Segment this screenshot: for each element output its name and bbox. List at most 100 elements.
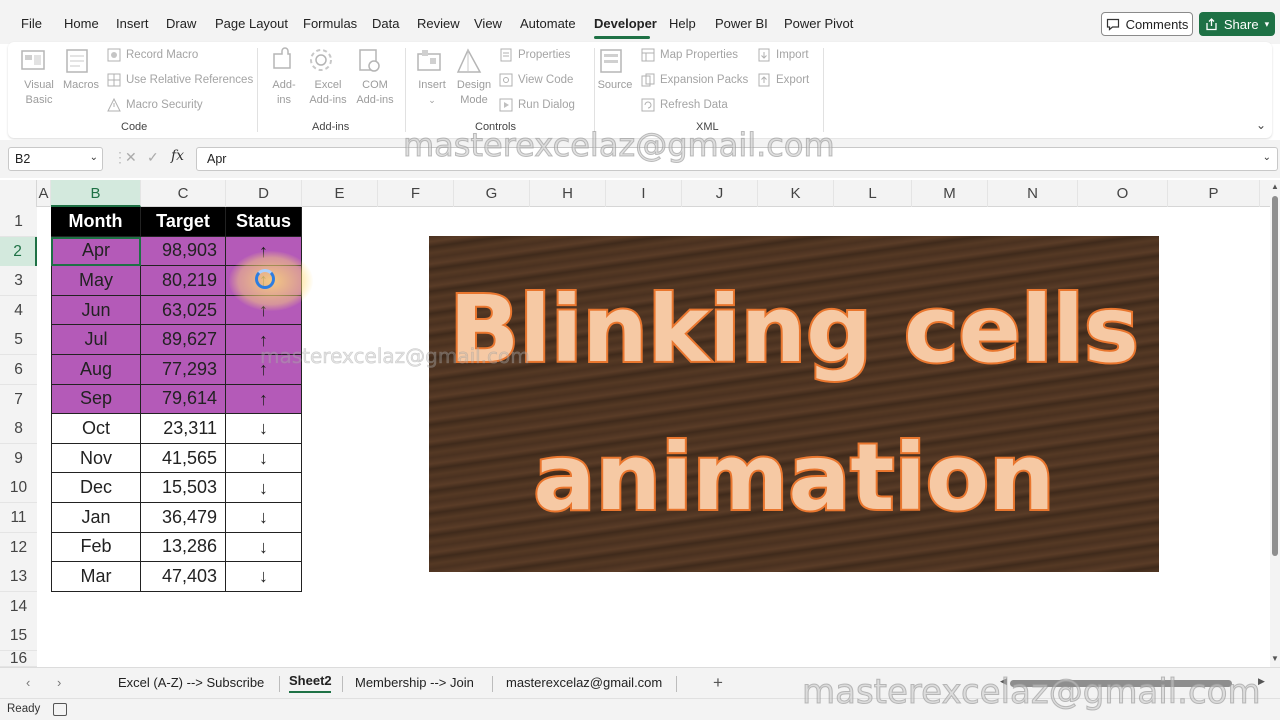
- table-cell-status[interactable]: ↓: [226, 473, 302, 503]
- table-cell-status[interactable]: ↑: [226, 266, 302, 296]
- table-cell-target[interactable]: 23,311: [141, 414, 226, 444]
- column-header[interactable]: I: [606, 180, 682, 207]
- formula-input[interactable]: Apr ⌄: [196, 147, 1278, 171]
- source-button[interactable]: Source: [596, 46, 634, 93]
- com-add-ins-button[interactable]: COM Add-ins: [354, 46, 396, 108]
- column-header[interactable]: N: [988, 180, 1078, 207]
- column-header[interactable]: H: [530, 180, 606, 207]
- table-cell-month[interactable]: Jul: [51, 325, 141, 355]
- table-header-cell[interactable]: Target: [141, 207, 226, 237]
- enter-icon[interactable]: ✓: [147, 149, 159, 166]
- table-cell-month[interactable]: Nov: [51, 443, 141, 474]
- menu-automate[interactable]: Automate: [520, 16, 576, 31]
- column-header[interactable]: D: [226, 180, 302, 207]
- table-cell-month[interactable]: Feb: [51, 532, 141, 563]
- row-header[interactable]: 3: [0, 266, 37, 297]
- comments-button[interactable]: Comments: [1101, 12, 1193, 36]
- table-cell-target[interactable]: 15,503: [141, 473, 226, 503]
- column-header[interactable]: F: [378, 180, 454, 207]
- vertical-scrollbar[interactable]: ▲ ▼: [1270, 180, 1280, 667]
- menu-review[interactable]: Review: [417, 16, 460, 31]
- menu-file[interactable]: File: [21, 16, 42, 31]
- table-cell-target[interactable]: 79,614: [141, 384, 226, 415]
- row-header[interactable]: 9: [0, 443, 37, 474]
- name-box[interactable]: B2 ⌄: [8, 147, 103, 171]
- column-header[interactable]: K: [758, 180, 834, 207]
- add-sheet-button[interactable]: +: [713, 673, 723, 693]
- export-button[interactable]: Export: [757, 73, 809, 87]
- table-cell-status[interactable]: ↑: [226, 355, 302, 385]
- menu-view[interactable]: View: [474, 16, 502, 31]
- column-header[interactable]: B: [51, 180, 141, 207]
- table-cell-status[interactable]: ↑: [226, 325, 302, 355]
- insert-control-button[interactable]: Insert ⌄: [414, 46, 450, 108]
- table-cell-month[interactable]: Dec: [51, 473, 141, 503]
- table-cell-target[interactable]: 80,219: [141, 266, 226, 296]
- sheet-tab-active[interactable]: Sheet2: [289, 673, 332, 688]
- horizontal-scrollbar[interactable]: ◀ ▶: [1000, 676, 1270, 688]
- table-cell-status[interactable]: ↑: [226, 236, 302, 267]
- menu-power-bi[interactable]: Power BI: [715, 16, 768, 31]
- row-header[interactable]: 8: [0, 414, 37, 445]
- previous-sheet-icon[interactable]: ‹: [26, 675, 30, 690]
- table-cell-target[interactable]: 36,479: [141, 503, 226, 533]
- table-cell-status[interactable]: ↓: [226, 532, 302, 563]
- table-cell-month[interactable]: Sep: [51, 384, 141, 415]
- macros-button[interactable]: Macros: [62, 46, 100, 93]
- table-header-cell[interactable]: Status: [226, 207, 302, 237]
- menu-power-pivot[interactable]: Power Pivot: [784, 16, 853, 31]
- table-cell-target[interactable]: 47,403: [141, 562, 226, 592]
- table-cell-month[interactable]: May: [51, 266, 141, 296]
- row-header[interactable]: 15: [0, 621, 37, 652]
- menu-draw[interactable]: Draw: [166, 16, 196, 31]
- row-header[interactable]: 7: [0, 384, 37, 415]
- properties-button[interactable]: Properties: [499, 48, 570, 62]
- chevron-down-icon[interactable]: ⌄: [90, 152, 98, 163]
- active-cell[interactable]: Apr: [51, 236, 141, 267]
- table-cell-status[interactable]: ↓: [226, 503, 302, 533]
- sheet-tab[interactable]: masterexcelaz@gmail.com: [506, 675, 662, 690]
- macro-security-button[interactable]: Macro Security: [107, 98, 203, 112]
- menu-home[interactable]: Home: [64, 16, 99, 31]
- row-header[interactable]: 11: [0, 503, 37, 533]
- title-banner-image[interactable]: Blinking cells animation: [429, 236, 1159, 572]
- refresh-data-button[interactable]: Refresh Data: [641, 98, 728, 112]
- view-code-button[interactable]: View Code: [499, 73, 573, 87]
- row-header[interactable]: 4: [0, 295, 37, 326]
- table-cell-month[interactable]: Aug: [51, 355, 141, 385]
- scroll-up-icon[interactable]: ▲: [1271, 182, 1279, 191]
- use-relative-references-button[interactable]: Use Relative References: [107, 73, 253, 87]
- select-all-corner[interactable]: [0, 180, 37, 207]
- table-cell-status[interactable]: ↓: [226, 414, 302, 444]
- table-cell-status[interactable]: ↓: [226, 443, 302, 474]
- chevron-down-icon[interactable]: ⌄: [1263, 152, 1271, 163]
- table-cell-target[interactable]: 41,565: [141, 443, 226, 474]
- ribbon-expand-icon[interactable]: ⌄: [1256, 118, 1266, 132]
- scroll-right-icon[interactable]: ▶: [1258, 676, 1265, 687]
- expansion-packs-button[interactable]: Expansion Packs: [641, 73, 748, 87]
- menu-data[interactable]: Data: [372, 16, 399, 31]
- row-header[interactable]: 10: [0, 473, 37, 504]
- column-header[interactable]: J: [682, 180, 758, 207]
- table-cell-month[interactable]: Mar: [51, 562, 141, 592]
- accessibility-icon[interactable]: [53, 703, 67, 716]
- table-cell-status[interactable]: ↓: [226, 562, 302, 592]
- table-cell-month[interactable]: Jun: [51, 295, 141, 326]
- table-cell-target[interactable]: 89,627: [141, 325, 226, 355]
- excel-add-ins-button[interactable]: Excel Add-ins: [306, 46, 350, 108]
- column-header[interactable]: L: [834, 180, 912, 207]
- share-button[interactable]: Share ▾: [1199, 12, 1275, 36]
- row-header[interactable]: 6: [0, 355, 37, 385]
- column-header[interactable]: M: [912, 180, 988, 207]
- menu-formulas[interactable]: Formulas: [303, 16, 357, 31]
- column-header[interactable]: A: [37, 180, 51, 207]
- run-dialog-button[interactable]: Run Dialog: [499, 98, 575, 112]
- table-cell-status[interactable]: ↑: [226, 295, 302, 326]
- table-cell-target[interactable]: 13,286: [141, 532, 226, 563]
- row-header[interactable]: 14: [0, 591, 37, 622]
- visual-basic-button[interactable]: Visual Basic: [18, 46, 60, 108]
- next-sheet-icon[interactable]: ›: [57, 675, 61, 690]
- row-header[interactable]: 1: [0, 207, 37, 237]
- table-cell-target[interactable]: 77,293: [141, 355, 226, 385]
- row-header[interactable]: 12: [0, 532, 37, 563]
